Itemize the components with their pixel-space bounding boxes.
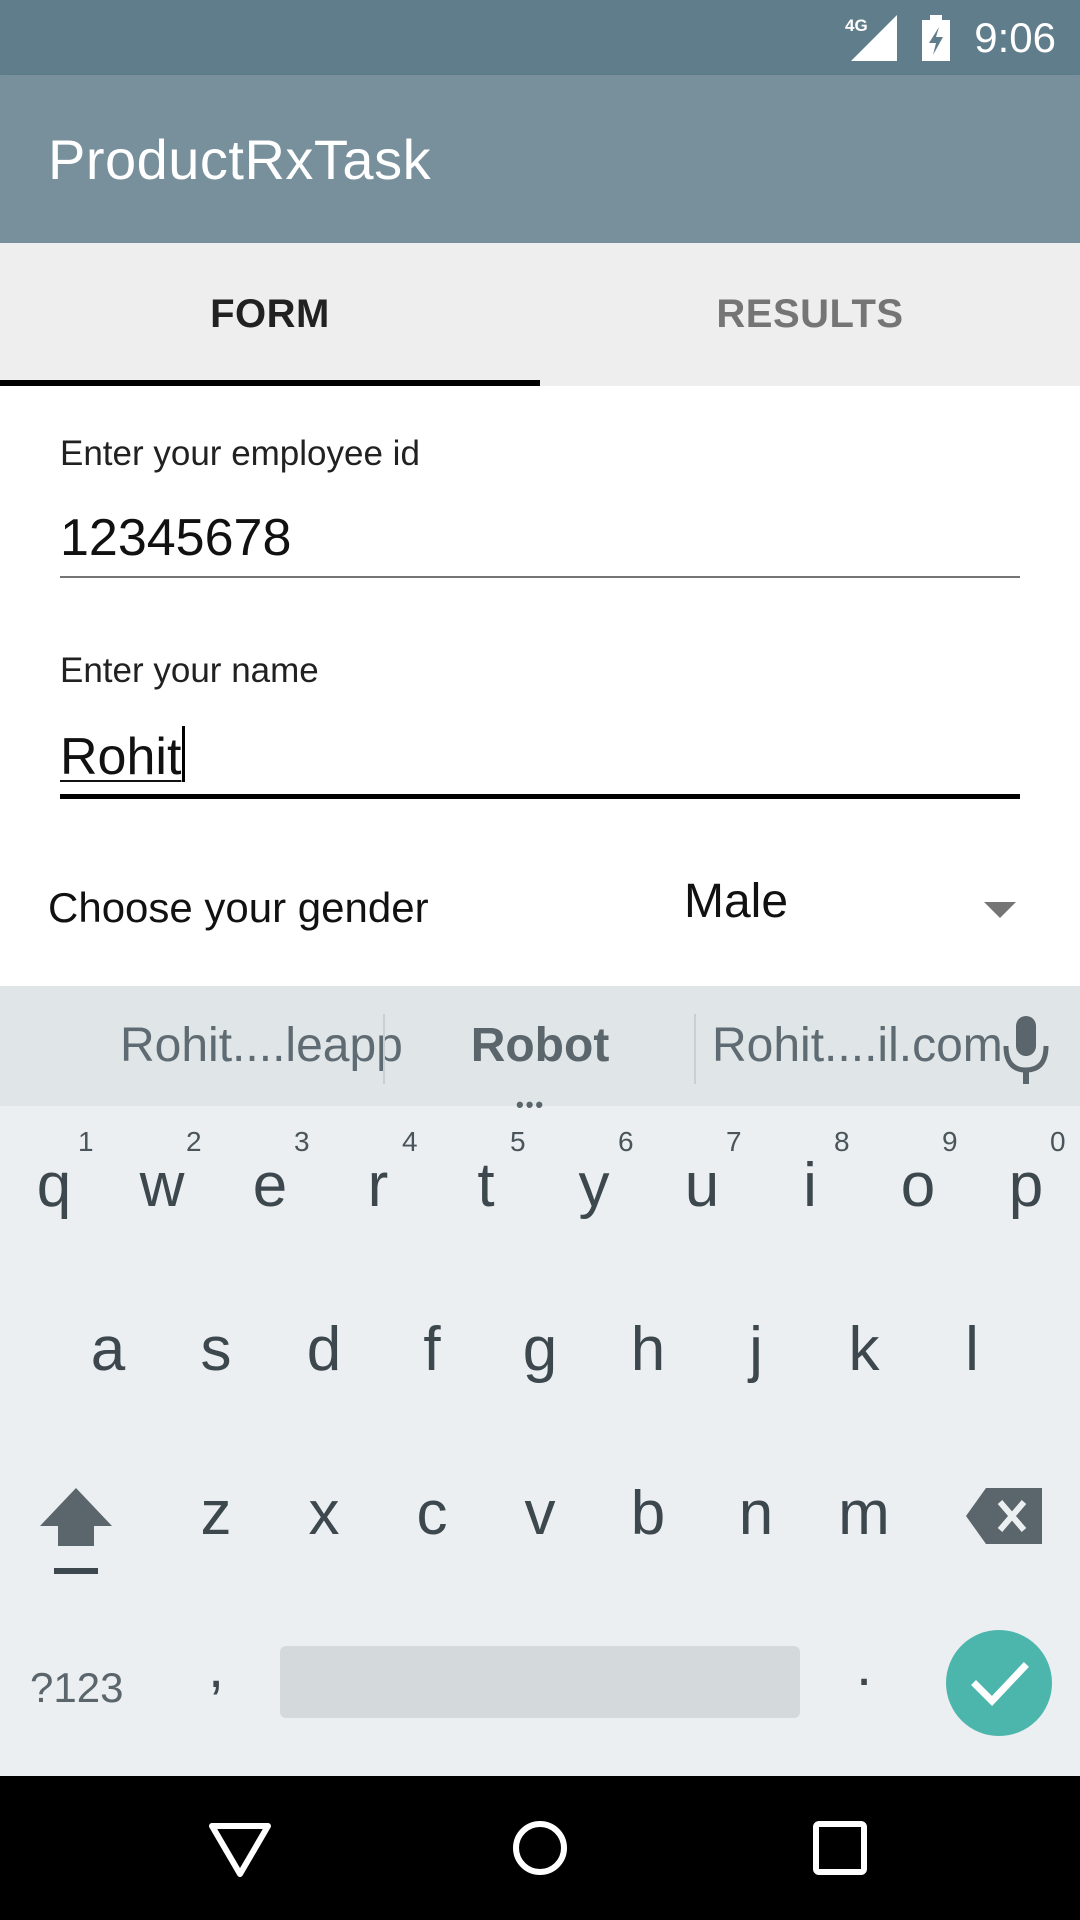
- backspace-key[interactable]: [966, 1488, 1042, 1544]
- name-underline: [60, 794, 1020, 799]
- key-k[interactable]: k: [810, 1314, 918, 1385]
- employee-id-field[interactable]: 12345678: [60, 508, 291, 568]
- key-c[interactable]: c: [378, 1478, 486, 1549]
- home-icon[interactable]: [504, 1812, 576, 1884]
- done-key[interactable]: [946, 1630, 1052, 1736]
- key-s[interactable]: s: [162, 1314, 270, 1385]
- battery-charging-icon: [922, 15, 950, 61]
- soft-keyboard: Rohit....leapp Robot ••• Rohit....il.com…: [0, 986, 1080, 1776]
- name-value: Rohit: [60, 728, 182, 786]
- tab-results[interactable]: RESULTS: [540, 243, 1080, 386]
- name-label: Enter your name: [60, 651, 319, 690]
- tab-form[interactable]: FORM: [0, 243, 540, 386]
- key-m[interactable]: m: [810, 1478, 918, 1549]
- key-i[interactable]: i: [756, 1150, 864, 1221]
- status-clock: 9:06: [974, 14, 1056, 61]
- form-panel: Enter your employee id 12345678 Enter yo…: [0, 386, 1080, 986]
- shift-key[interactable]: [38, 1486, 114, 1576]
- suggestion-right[interactable]: Rohit....il.com: [712, 986, 1003, 1106]
- shift-arrow-icon: [40, 1488, 112, 1546]
- key-n[interactable]: n: [702, 1478, 810, 1549]
- key-a[interactable]: a: [54, 1314, 162, 1385]
- text-cursor: [182, 726, 186, 782]
- app-title: ProductRxTask: [48, 128, 432, 191]
- employee-id-label: Enter your employee id: [60, 434, 420, 473]
- key-o[interactable]: o: [864, 1150, 972, 1221]
- more-suggestions-dots: •••: [516, 1092, 546, 1117]
- key-r[interactable]: r: [324, 1150, 432, 1221]
- key-e[interactable]: e: [216, 1150, 324, 1221]
- tab-form-label: FORM: [210, 292, 330, 336]
- key-q[interactable]: q: [0, 1150, 108, 1221]
- key-l[interactable]: l: [918, 1314, 1026, 1385]
- signal-icon: 4G: [845, 15, 897, 61]
- suggestion-divider: [694, 1014, 696, 1084]
- suggestion-center[interactable]: Robot: [400, 986, 680, 1106]
- key-hint: 8: [834, 1126, 850, 1157]
- key-h[interactable]: h: [594, 1314, 702, 1385]
- key-w[interactable]: w: [108, 1150, 216, 1221]
- gender-spinner[interactable]: Male: [684, 874, 1024, 954]
- employee-id-underline: [60, 576, 1020, 578]
- gender-label: Choose your gender: [48, 884, 429, 931]
- space-bar[interactable]: [280, 1646, 800, 1718]
- shift-caps-indicator: [54, 1568, 98, 1574]
- key-j[interactable]: j: [702, 1314, 810, 1385]
- recents-icon[interactable]: [804, 1812, 876, 1884]
- backspace-icon: [966, 1488, 1042, 1544]
- key-hint: 6: [618, 1126, 634, 1157]
- key-hint: 5: [510, 1126, 526, 1157]
- back-icon[interactable]: [204, 1812, 276, 1884]
- key-f[interactable]: f: [378, 1314, 486, 1385]
- suggestion-strip: Rohit....leapp Robot ••• Rohit....il.com: [0, 986, 1080, 1117]
- key-u[interactable]: u: [648, 1150, 756, 1221]
- key-g[interactable]: g: [486, 1314, 594, 1385]
- key-d[interactable]: d: [270, 1314, 378, 1385]
- key-hint: 7: [726, 1126, 742, 1157]
- tab-bar: FORM RESULTS: [0, 243, 1080, 386]
- key-x[interactable]: x: [270, 1478, 378, 1549]
- key-v[interactable]: v: [486, 1478, 594, 1549]
- tab-results-label: RESULTS: [716, 292, 904, 336]
- key-hint: 1: [78, 1126, 94, 1157]
- app-bar: ProductRxTask: [0, 75, 1080, 243]
- comma-key[interactable]: ,: [162, 1634, 270, 1701]
- dropdown-arrow-icon: [984, 902, 1016, 918]
- key-p[interactable]: p: [972, 1150, 1080, 1221]
- status-bar: 4G 9:06: [0, 0, 1080, 75]
- network-type-label: 4G: [845, 16, 868, 35]
- key-y[interactable]: y: [540, 1150, 648, 1221]
- key-hint: 0: [1050, 1126, 1066, 1157]
- navigation-bar: [0, 1776, 1080, 1920]
- key-hint: 3: [294, 1126, 310, 1157]
- key-hint: 2: [186, 1126, 202, 1157]
- gender-selected-value: Male: [684, 875, 789, 928]
- suggestion-left[interactable]: Rohit....leapp: [120, 986, 403, 1106]
- key-hint: 9: [942, 1126, 958, 1157]
- microphone-icon[interactable]: [1000, 1016, 1052, 1086]
- suggestion-divider: [383, 1014, 385, 1084]
- key-t[interactable]: t: [432, 1150, 540, 1221]
- key-b[interactable]: b: [594, 1478, 702, 1549]
- name-field[interactable]: Rohit: [60, 726, 186, 787]
- checkmark-icon: [971, 1662, 1029, 1707]
- period-key[interactable]: .: [810, 1632, 918, 1699]
- symbols-key[interactable]: ?123: [30, 1664, 123, 1712]
- key-hint: 4: [402, 1126, 418, 1157]
- key-z[interactable]: z: [162, 1478, 270, 1549]
